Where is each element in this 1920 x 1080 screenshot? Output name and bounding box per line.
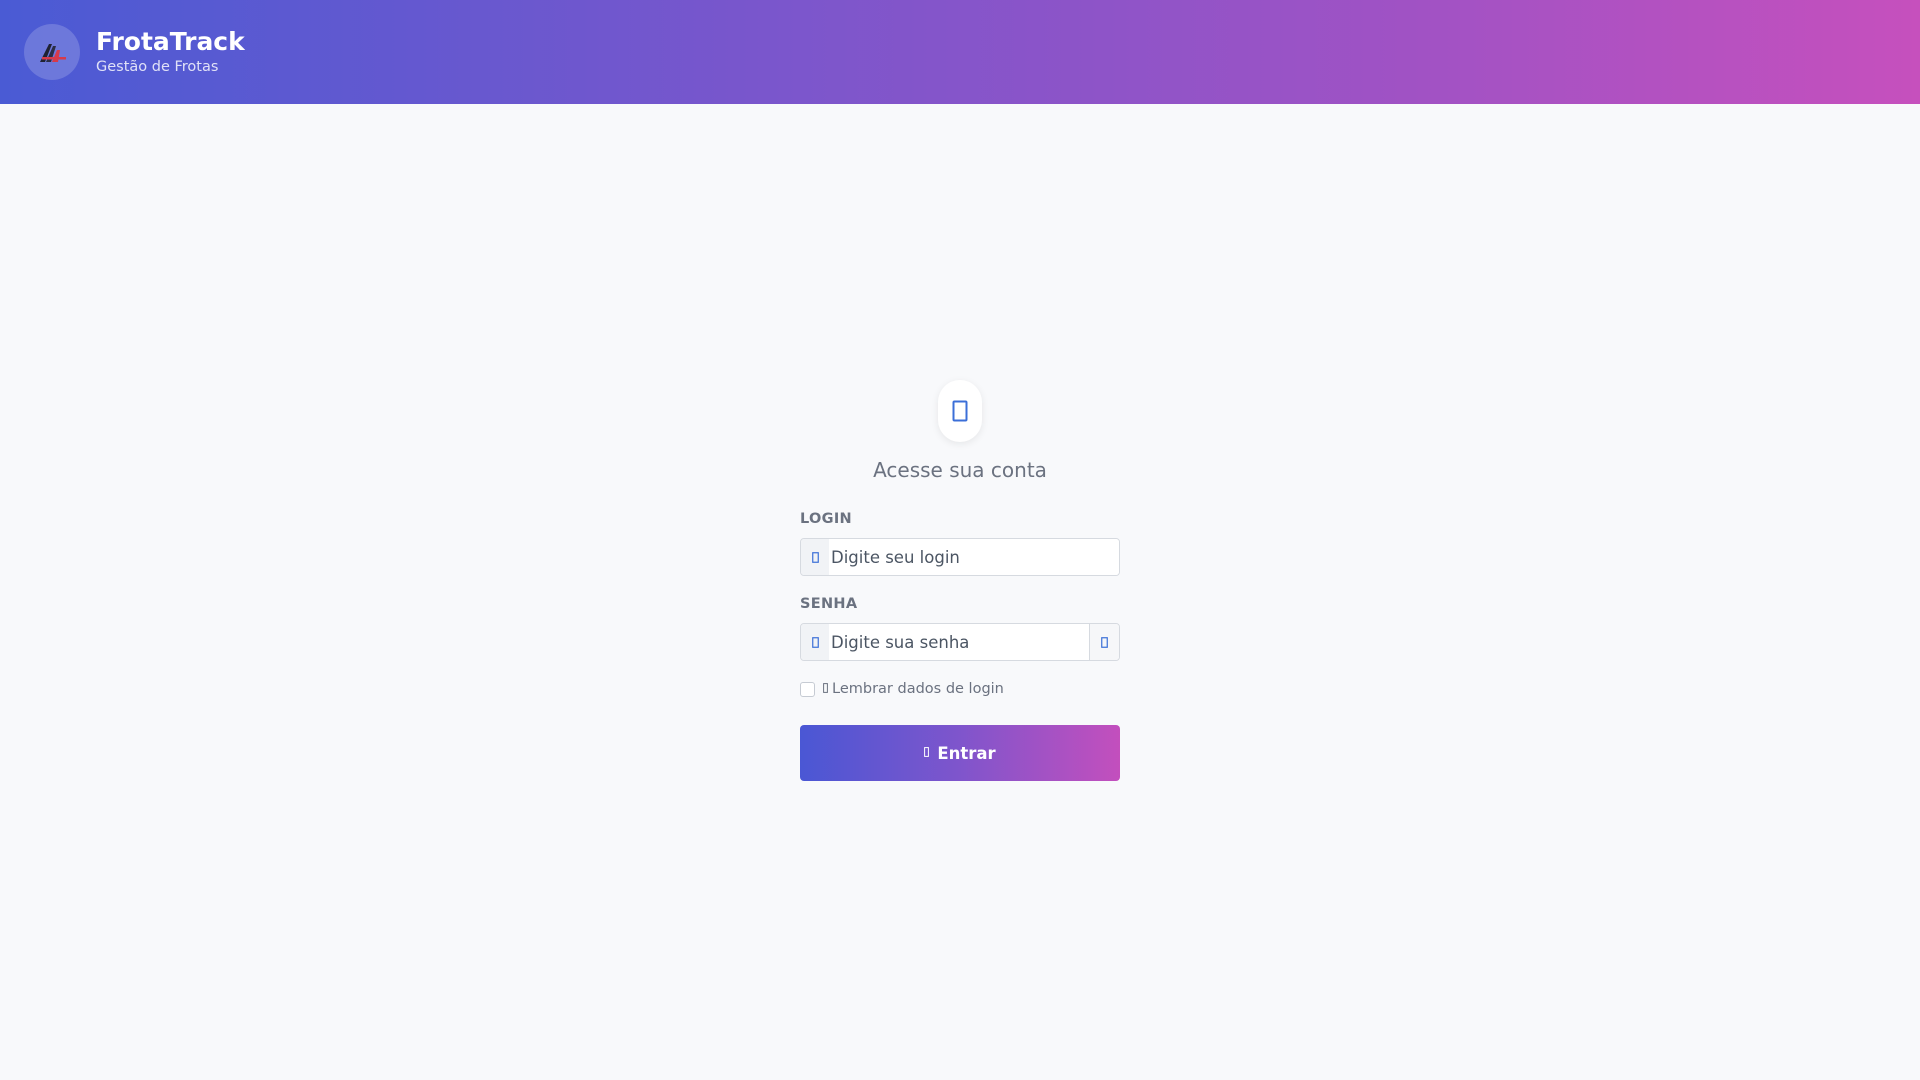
lock-icon (801, 624, 829, 660)
password-input[interactable] (829, 624, 1089, 660)
brand: FrotaTrack Gestão de Frotas (96, 27, 245, 77)
user-icon (801, 539, 829, 575)
login-title: Acesse sua conta (873, 458, 1047, 482)
submit-button[interactable]: Entrar (800, 725, 1120, 781)
password-label: SENHA (800, 596, 858, 612)
user-icon (938, 380, 982, 442)
submit-label: Entrar (937, 743, 996, 763)
road-logo-icon (24, 24, 80, 80)
save-icon (823, 682, 828, 696)
remember-login[interactable]: Lembrar dados de login (800, 681, 1004, 697)
login-input-group (800, 538, 1120, 576)
brand-subtitle: Gestão de Frotas (96, 59, 219, 75)
login-input[interactable] (829, 539, 1119, 575)
login-label: LOGIN (800, 511, 852, 527)
remember-label: Lembrar dados de login (832, 681, 1004, 697)
brand-name: FrotaTrack (96, 27, 245, 56)
top-header: FrotaTrack Gestão de Frotas (0, 0, 1920, 104)
remember-checkbox[interactable] (800, 681, 815, 697)
sign-in-icon (924, 746, 930, 760)
eye-icon[interactable] (1089, 624, 1119, 660)
password-input-group (800, 623, 1120, 661)
